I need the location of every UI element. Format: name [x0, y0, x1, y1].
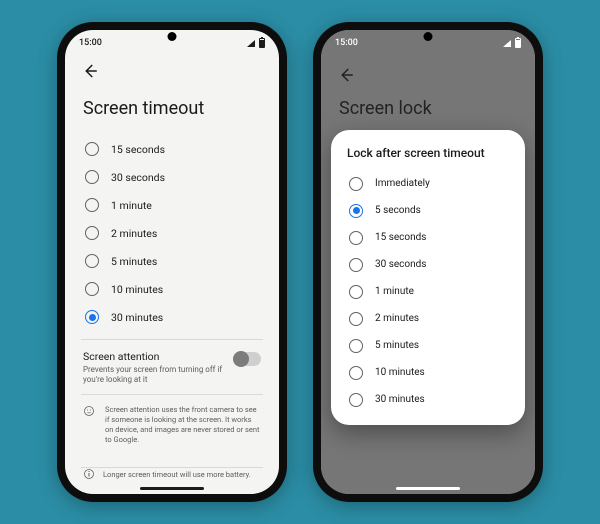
screen-attention-title: Screen attention	[83, 350, 223, 363]
nav-pill[interactable]	[396, 487, 460, 490]
front-camera	[168, 32, 177, 41]
lock-option[interactable]: 30 minutes	[345, 386, 511, 413]
back-arrow-icon	[81, 62, 99, 80]
back-button[interactable]	[81, 62, 99, 80]
lock-option-label: 1 minute	[375, 286, 414, 297]
screen-attention-info-section: Screen attention uses the front camera t…	[81, 394, 263, 446]
radio-icon	[349, 231, 363, 245]
screen-attention-toggle[interactable]	[233, 352, 261, 366]
status-icons	[247, 38, 265, 48]
lock-option[interactable]: 5 minutes	[345, 332, 511, 359]
signal-icon	[247, 40, 255, 47]
timeout-options-list: 15 seconds 30 seconds 1 minute 2 minutes 5 m…	[81, 135, 263, 331]
screen-attention-toggle-row[interactable]: Screen attention Prevents your screen fr…	[81, 350, 263, 386]
lock-option-label: 15 seconds	[375, 232, 426, 243]
lock-option-label: Immediately	[375, 178, 430, 189]
page-title: Screen timeout	[83, 98, 263, 119]
radio-icon	[349, 339, 363, 353]
radio-icon	[85, 198, 99, 212]
lock-option-label: 2 minutes	[375, 313, 419, 324]
lock-after-timeout-dialog: Lock after screen timeout Immediately 5 s…	[331, 130, 525, 425]
screen-timeout-content: Screen timeout 15 seconds 30 seconds 1 min…	[65, 30, 279, 494]
timeout-option-label: 5 minutes	[111, 255, 157, 268]
timeout-option[interactable]: 1 minute	[81, 191, 263, 219]
timeout-option[interactable]: 30 seconds	[81, 163, 263, 191]
lock-option-label: 5 minutes	[375, 340, 419, 351]
lock-option-label: 5 seconds	[375, 205, 421, 216]
timeout-option-label: 15 seconds	[111, 143, 165, 156]
radio-icon	[85, 254, 99, 268]
timeout-option-label: 30 seconds	[111, 171, 165, 184]
timeout-option[interactable]: 2 minutes	[81, 219, 263, 247]
battery-icon	[259, 38, 265, 48]
lock-option-label: 10 minutes	[375, 367, 425, 378]
phone-left: 15:00 Screen timeout 15 seconds 30 second…	[57, 22, 287, 502]
screen-lock-screen: 15:00 Screen lock Lock after screen time…	[321, 30, 535, 494]
timeout-option[interactable]: 15 seconds	[81, 135, 263, 163]
radio-icon	[349, 285, 363, 299]
status-time: 15:00	[335, 38, 358, 48]
radio-icon	[349, 312, 363, 326]
timeout-option[interactable]: 30 minutes	[81, 303, 263, 331]
radio-icon	[349, 258, 363, 272]
screen-attention-section: Screen attention Prevents your screen fr…	[81, 339, 263, 386]
timeout-option[interactable]: 10 minutes	[81, 275, 263, 303]
lock-option[interactable]: Immediately	[345, 170, 511, 197]
radio-icon	[85, 170, 99, 184]
screen-timeout-screen: 15:00 Screen timeout 15 seconds 30 second…	[65, 30, 279, 494]
timeout-option-label: 1 minute	[111, 199, 152, 212]
radio-icon	[85, 282, 99, 296]
lock-option[interactable]: 10 minutes	[345, 359, 511, 386]
lock-option[interactable]: 1 minute	[345, 278, 511, 305]
timeout-option-label: 2 minutes	[111, 227, 157, 240]
timeout-option[interactable]: 5 minutes	[81, 247, 263, 275]
info-icon	[83, 468, 95, 480]
battery-icon	[515, 38, 521, 48]
lock-option[interactable]: 2 minutes	[345, 305, 511, 332]
radio-icon	[349, 393, 363, 407]
dialog-title: Lock after screen timeout	[347, 146, 509, 160]
lock-options-list: Immediately 5 seconds 15 seconds 30 seconds…	[345, 170, 511, 413]
front-camera	[424, 32, 433, 41]
lock-option[interactable]: 30 seconds	[345, 251, 511, 278]
status-time: 15:00	[79, 38, 102, 48]
lock-option[interactable]: 15 seconds	[345, 224, 511, 251]
screen-attention-info-text: Screen attention uses the front camera t…	[105, 405, 261, 446]
radio-icon	[85, 142, 99, 156]
timeout-option-label: 10 minutes	[111, 283, 163, 296]
screen-attention-subtitle: Prevents your screen from turning off if…	[83, 365, 223, 386]
nav-pill[interactable]	[140, 487, 204, 490]
signal-icon	[503, 40, 511, 47]
phone-right: 15:00 Screen lock Lock after screen time…	[313, 22, 543, 502]
face-icon	[83, 405, 95, 417]
radio-icon	[85, 226, 99, 240]
battery-footer: Longer screen timeout will use more batt…	[81, 467, 263, 480]
radio-icon	[349, 177, 363, 191]
lock-option[interactable]: 5 seconds	[345, 197, 511, 224]
radio-icon	[349, 204, 363, 218]
radio-icon	[85, 310, 99, 324]
radio-icon	[349, 366, 363, 380]
lock-option-label: 30 seconds	[375, 259, 426, 270]
battery-footer-text: Longer screen timeout will use more batt…	[103, 470, 251, 479]
timeout-option-label: 30 minutes	[111, 311, 163, 324]
status-icons	[503, 38, 521, 48]
lock-option-label: 30 minutes	[375, 394, 425, 405]
